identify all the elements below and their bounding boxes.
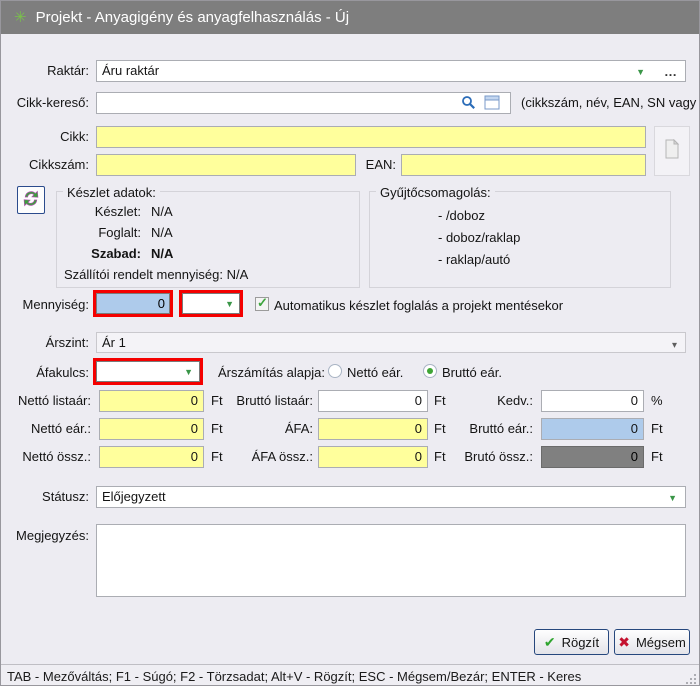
app-icon: ✳ (14, 10, 27, 25)
megjegyzes-label: Megjegyzés: (1, 528, 89, 543)
check-icon: ✔ (544, 634, 556, 651)
foglalt-label: Foglalt: (71, 225, 141, 240)
brutto-ear-label: Bruttó eár.: (439, 421, 533, 436)
stock-group-title: Készlet adatok: (63, 185, 160, 200)
afakulcs-label: Áfakulcs: (1, 365, 89, 380)
netto-ossz-field[interactable]: 0 (99, 446, 204, 468)
raktar-combobox[interactable]: Áru raktár ▼ … (96, 60, 686, 82)
arszint-combobox[interactable]: Ár 1 ▾ (96, 332, 686, 353)
bruto-ossz-field: 0 (541, 446, 644, 468)
ean-label: EAN: (346, 157, 396, 172)
auto-reserve-checkbox-label: Automatikus készlet foglalás a projekt m… (274, 298, 563, 313)
mennyiseg-unit-dropdown[interactable]: ▼ (182, 293, 240, 314)
rogzit-button-label: Rögzít (562, 635, 600, 650)
document-button[interactable] (654, 126, 690, 176)
brutto-listaar-label: Bruttó listaár: (216, 393, 313, 408)
afa-ossz-field[interactable]: 0 (318, 446, 428, 468)
radio-brutto-ear[interactable] (423, 364, 437, 378)
chevron-down-icon[interactable]: ▼ (668, 494, 677, 503)
radio-brutto-ear-label: Bruttó eár. (442, 365, 502, 380)
mennyiseg-required-frame: 0 (93, 290, 173, 317)
refresh-stock-button[interactable] (17, 186, 45, 214)
cikk-input[interactable] (96, 126, 646, 148)
brutto-ear-unit: Ft (651, 421, 663, 436)
kedv-label: Kedv.: (439, 393, 533, 408)
ean-input[interactable] (401, 154, 646, 176)
search-icon[interactable] (461, 95, 476, 115)
bruto-ossz-label: Brutó össz.: (439, 449, 533, 464)
statusbar-hotkeys-text: TAB - Mezőváltás; F1 - Súgó; F2 - Törzsa… (7, 669, 581, 684)
statusz-value: Előjegyzett (102, 489, 166, 504)
netto-ear-label: Nettó eár.: (1, 421, 91, 436)
rogzit-button[interactable]: ✔ Rögzít (534, 629, 609, 655)
netto-ossz-label: Nettó össz.: (1, 449, 91, 464)
afakulcs-dropdown[interactable]: ▼ (96, 361, 200, 382)
packaging-row-raklap-auto: - raklap/autó (438, 252, 510, 267)
chevron-down-icon[interactable]: ▼ (636, 68, 645, 77)
chevron-down-icon[interactable]: ▼ (184, 368, 193, 377)
checkmark-icon: ✓ (257, 295, 268, 311)
megsem-button-label: Mégsem (636, 635, 686, 650)
mennyiseg-unit-required-frame: ▼ (179, 290, 243, 317)
cikk-label: Cikk: (1, 129, 89, 144)
keszlet-value: N/A (151, 204, 173, 219)
statusz-label: Státusz: (1, 489, 89, 504)
megsem-button[interactable]: ✖ Mégsem (614, 629, 690, 655)
statusbar: TAB - Mezőváltás; F1 - Súgó; F2 - Törzsa… (1, 664, 699, 686)
arszint-value: Ár 1 (102, 335, 126, 350)
netto-listaar-label: Nettó listaár: (1, 393, 91, 408)
kedv-unit: % (651, 393, 663, 408)
keszlet-label: Készlet: (71, 204, 141, 219)
lookup-window-icon[interactable] (484, 95, 500, 115)
bruto-ossz-unit: Ft (651, 449, 663, 464)
resize-grip[interactable] (685, 673, 697, 685)
cross-icon: ✖ (618, 634, 630, 651)
szallitoi-rendelt-row: Szállítói rendelt mennyiség: N/A (64, 267, 248, 282)
packaging-row-doboz-raklap: - doboz/raklap (438, 230, 520, 245)
ellipsis-browse-icon[interactable]: … (664, 65, 677, 78)
statusz-combobox[interactable]: Előjegyzett ▼ (96, 486, 686, 508)
arszint-label: Árszint: (1, 335, 89, 350)
netto-listaar-field[interactable]: 0 (99, 390, 204, 412)
chevron-down-icon[interactable]: ▾ (672, 336, 677, 355)
netto-ear-field[interactable]: 0 (99, 418, 204, 440)
afakulcs-required-frame: ▼ (93, 358, 203, 385)
packaging-row-doboz: - /doboz (438, 208, 485, 223)
brutto-listaar-field[interactable]: 0 (318, 390, 428, 412)
refresh-icon (22, 189, 40, 212)
chevron-down-icon[interactable]: ▼ (225, 300, 234, 309)
afa-ossz-label: ÁFA össz.: (216, 449, 313, 464)
afa-label: ÁFA: (216, 421, 313, 436)
mennyiseg-label: Mennyiség: (1, 297, 89, 312)
cikk-kereso-input[interactable] (96, 92, 511, 114)
auto-reserve-checkbox[interactable]: ✓ (255, 297, 269, 311)
radio-netto-ear[interactable] (328, 364, 342, 378)
afa-field[interactable]: 0 (318, 418, 428, 440)
cikk-kereso-hint: (cikkszám, név, EAN, SN vagy LOT) (521, 95, 700, 110)
packaging-group-title: Gyűjtőcsomagolás: (376, 185, 495, 200)
price-basis-label: Árszámítás alapja: (218, 365, 325, 380)
document-icon (664, 139, 680, 164)
dialog-window: ✳ Projekt - Anyagigény és anyagfelhaszná… (0, 0, 700, 686)
szallitoi-rendelt-label: Szállítói rendelt mennyiség: (64, 267, 223, 282)
szabad-label: Szabad: (71, 246, 141, 261)
cikkszam-input[interactable] (96, 154, 356, 176)
raktar-label: Raktár: (1, 63, 89, 78)
brutto-ear-field[interactable]: 0 (541, 418, 644, 440)
szabad-value: N/A (151, 246, 173, 261)
szallitoi-rendelt-value: N/A (227, 267, 249, 282)
cikkszam-label: Cikkszám: (1, 157, 89, 172)
mennyiseg-input[interactable]: 0 (96, 293, 170, 314)
radio-netto-ear-label: Nettó eár. (347, 365, 403, 380)
titlebar: ✳ Projekt - Anyagigény és anyagfelhaszná… (1, 1, 699, 34)
cikk-kereso-label: Cikk-kereső: (1, 95, 89, 110)
raktar-value: Áru raktár (102, 63, 159, 78)
megjegyzes-textarea[interactable] (96, 524, 686, 597)
window-title: Projekt - Anyagigény és anyagfelhasználá… (36, 9, 350, 26)
kedv-field[interactable]: 0 (541, 390, 644, 412)
foglalt-value: N/A (151, 225, 173, 240)
